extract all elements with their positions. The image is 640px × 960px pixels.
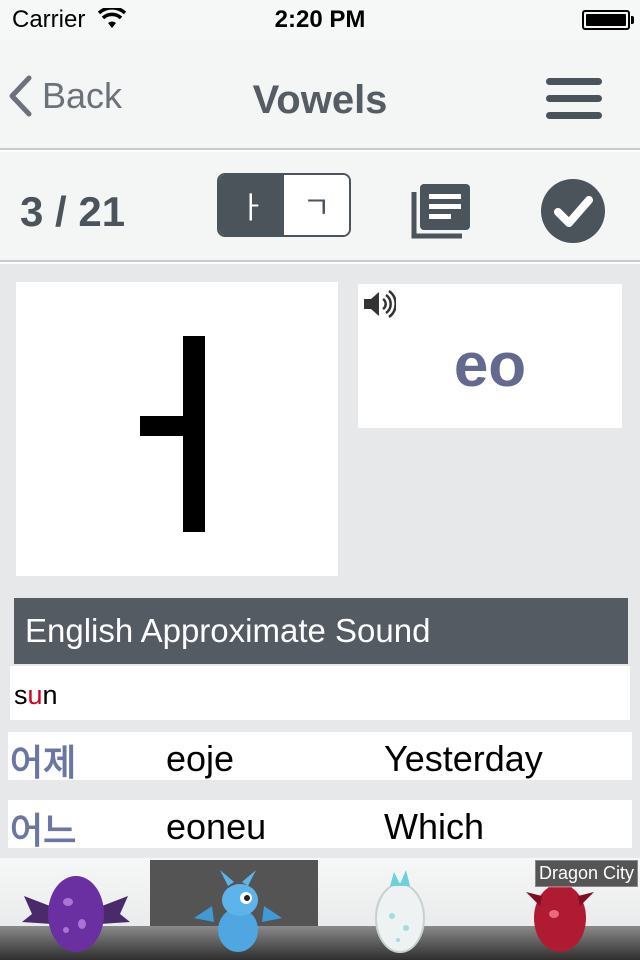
character-card: ㅓ — [16, 282, 338, 576]
example-word-row[interactable]: 어제 eoje Yesterday — [8, 732, 632, 783]
flashcard-content: ㅓ eo English Approximate Sound sun 어제 eo… — [0, 264, 640, 858]
navigation-bar: Back Vowels — [0, 40, 640, 150]
purple-egg-icon — [20, 866, 132, 960]
sound-card[interactable]: eo — [358, 284, 622, 428]
example-word-row[interactable]: 어느 eoneu Which — [8, 800, 632, 851]
status-time: 2:20 PM — [274, 6, 366, 33]
battery-icon — [582, 10, 634, 30]
speaker-icon[interactable] — [362, 289, 397, 323]
word-translation: Which — [384, 806, 485, 847]
ad-label: Dragon City — [534, 860, 638, 887]
status-bar: Carrier 2:20 PM — [0, 0, 640, 40]
highlighted-letter: u — [27, 680, 43, 710]
approximate-sound-row: sun — [10, 666, 630, 720]
romanization-text: eo — [453, 331, 527, 400]
vowel-glyph: ㅓ — [140, 336, 205, 532]
segment-consonant[interactable]: ㄱ — [284, 175, 349, 235]
segment-vowel[interactable]: ㅏ — [219, 175, 284, 235]
section-header: English Approximate Sound — [14, 598, 628, 664]
word-romanization: eoje — [166, 738, 235, 779]
flashcard-list-icon[interactable] — [406, 180, 474, 251]
blue-dragon-icon — [190, 866, 286, 960]
hamburger-menu-icon[interactable] — [546, 78, 602, 120]
white-egg-icon — [370, 866, 430, 960]
card-counter: 3 / 21 — [20, 188, 126, 235]
korean-word: 어제 — [10, 742, 77, 783]
page-title: Vowels — [252, 78, 388, 122]
checkmark-circle-icon[interactable] — [540, 178, 606, 249]
card-toolbar: 3 / 21 ㅏ ㄱ — [0, 152, 640, 262]
mode-segmented-control: ㅏ ㄱ — [217, 173, 351, 237]
word-romanization: eoneu — [166, 806, 267, 847]
approximate-word: sun — [14, 680, 58, 710]
word-translation: Yesterday — [384, 738, 543, 779]
ad-banner[interactable]: Dragon City — [0, 858, 640, 960]
korean-word: 어느 — [10, 810, 77, 851]
